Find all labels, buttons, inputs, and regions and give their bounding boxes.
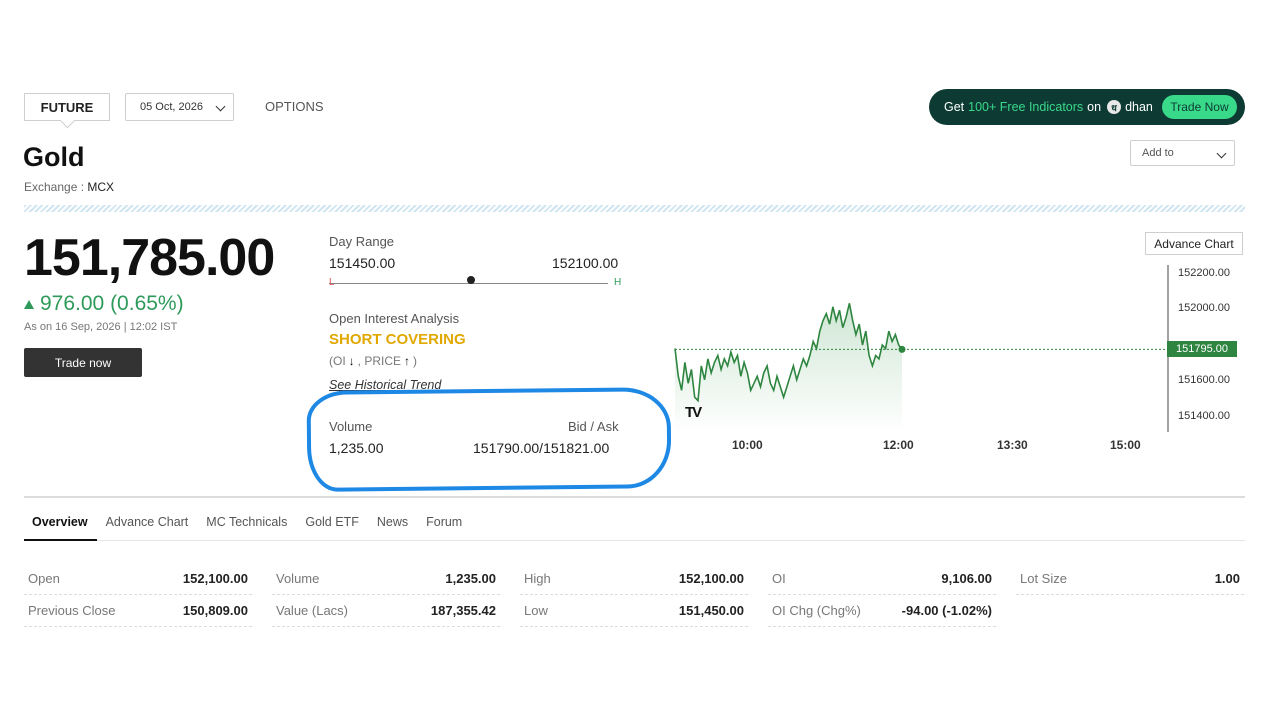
y-tick-label: 151400.00 — [1178, 410, 1230, 422]
stat-oi-change: OI Chg (Chg%) -94.00 (-1.02%) — [768, 595, 996, 627]
x-tick-label: 12:00 — [883, 438, 914, 452]
stat-value: 1.00 — [1214, 571, 1240, 586]
tab-advance-chart[interactable]: Advance Chart — [97, 510, 198, 541]
section-tabs: Overview Advance Chart MC Technicals Gol… — [24, 510, 1245, 541]
stat-value: 152,100.00 — [182, 571, 248, 586]
tab-forum[interactable]: Forum — [417, 510, 471, 541]
x-tick-label: 15:00 — [1110, 438, 1141, 452]
stat-value: 1,235.00 — [445, 571, 496, 586]
y-tick-label: 152000.00 — [1178, 302, 1230, 314]
x-tick-label: 13:30 — [997, 438, 1028, 452]
y-tick-label: 151600.00 — [1178, 374, 1230, 386]
current-price-tag: 151795.00 — [1167, 341, 1237, 358]
stat-label: Low — [524, 603, 548, 618]
stat-high: High 152,100.00 — [520, 563, 748, 595]
stats-grid: Open 152,100.00 Volume 1,235.00 High 152,10… — [24, 563, 1245, 627]
tab-overview[interactable]: Overview — [24, 510, 97, 541]
stat-low: Low 151,450.00 — [520, 595, 748, 627]
stat-value: -94.00 (-1.02%) — [901, 603, 992, 618]
price-area-fill — [675, 303, 902, 432]
stat-label: OI Chg (Chg%) — [772, 603, 861, 618]
stat-value: 9,106.00 — [941, 571, 992, 586]
stat-label: Lot Size — [1020, 571, 1067, 586]
stat-value: 151,450.00 — [678, 603, 744, 618]
stat-value: 150,809.00 — [182, 603, 248, 618]
stat-oi: OI 9,106.00 — [768, 563, 996, 595]
stat-value: 187,355.42 — [430, 603, 496, 618]
stat-previous-close: Previous Close 150,809.00 — [24, 595, 252, 627]
stat-label: Previous Close — [28, 603, 116, 618]
stat-value-lacs: Value (Lacs) 187,355.42 — [272, 595, 500, 627]
stat-value: 152,100.00 — [678, 571, 744, 586]
y-tick-label: 152200.00 — [1178, 267, 1230, 279]
tab-mc-technicals[interactable]: MC Technicals — [197, 510, 296, 541]
stat-label: High — [524, 571, 551, 586]
stat-label: OI — [772, 571, 786, 586]
stat-volume: Volume 1,235.00 — [272, 563, 500, 595]
section-divider — [24, 496, 1245, 498]
stat-open: Open 152,100.00 — [24, 563, 252, 595]
stat-label: Value (Lacs) — [276, 603, 349, 618]
stat-label: Open — [28, 571, 60, 586]
tab-news[interactable]: News — [368, 510, 417, 541]
tab-gold-etf[interactable]: Gold ETF — [296, 510, 368, 541]
tradingview-logo-icon: TV — [685, 404, 702, 421]
stat-label: Volume — [276, 571, 320, 586]
stat-lot-size: Lot Size 1.00 — [1016, 563, 1244, 595]
x-tick-label: 10:00 — [732, 438, 763, 452]
last-price-point — [898, 345, 906, 353]
